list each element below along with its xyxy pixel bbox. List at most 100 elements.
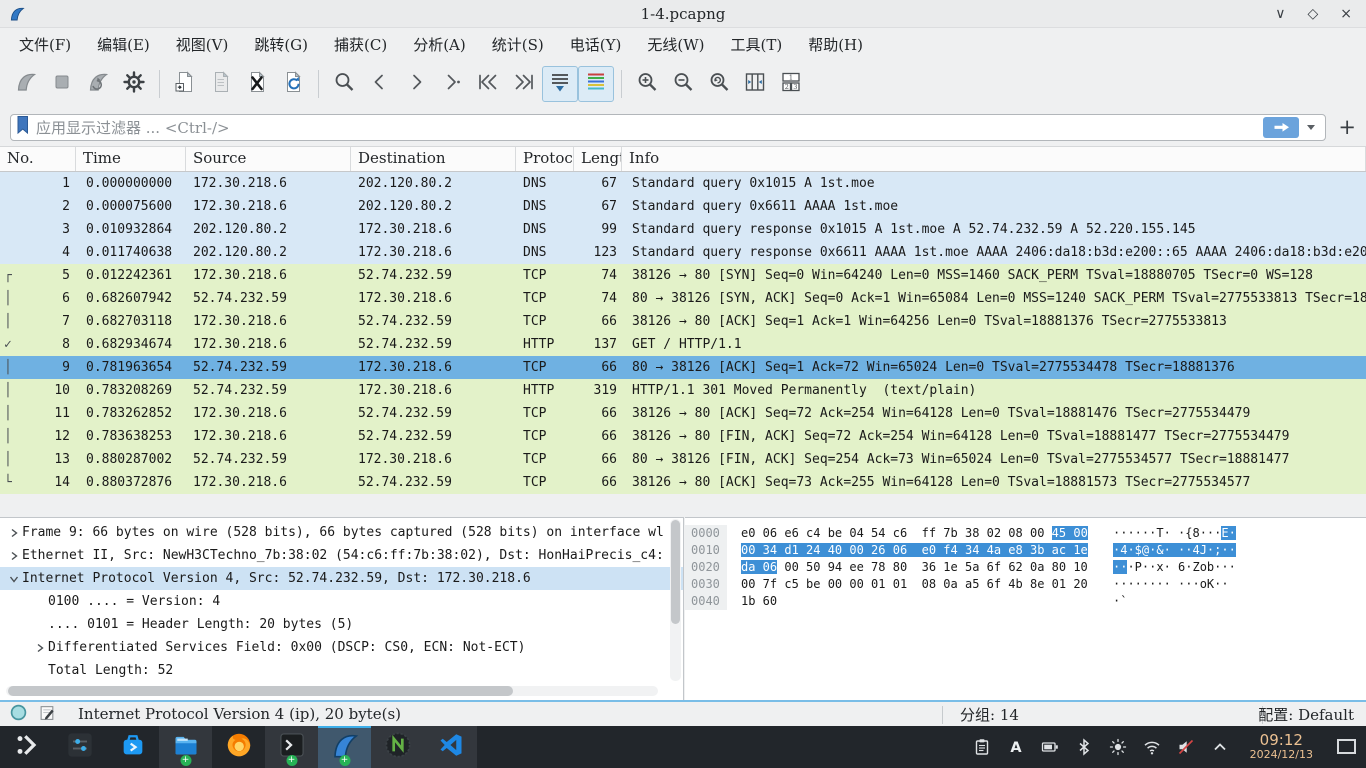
packet-row[interactable]: ✓80.682934674172.30.218.652.74.232.59HTT…	[0, 333, 1366, 356]
column-header-destination[interactable]: Destination	[351, 147, 516, 171]
hex-row[interactable]: 00401b 60·`	[685, 593, 1366, 610]
go-back-button[interactable]	[362, 66, 398, 102]
packet-cell-dst: 52.74.232.59	[351, 310, 516, 333]
tree-collapse-icon[interactable]	[32, 643, 48, 653]
packet-cell-src: 202.120.80.2	[186, 218, 351, 241]
reload-file-button[interactable]	[275, 66, 311, 102]
open-file-button[interactable]	[167, 66, 203, 102]
apply-filter-button[interactable]	[1263, 117, 1299, 138]
hex-row[interactable]: 0000e0 06 e6 c4 be 04 54 c6 ff 7b 38 02 …	[685, 525, 1366, 542]
packet-row[interactable]: │120.783638253172.30.218.652.74.232.59TC…	[0, 425, 1366, 448]
packet-row[interactable]: 30.010932864202.120.80.2172.30.218.6DNS9…	[0, 218, 1366, 241]
menu-item-8[interactable]: 电话(Y)	[557, 30, 635, 59]
packet-row[interactable]: │60.68260794252.74.232.59172.30.218.6TCP…	[0, 287, 1366, 310]
go-to-packet-button[interactable]	[434, 66, 470, 102]
status-profile[interactable]: 配置: Default	[1258, 704, 1354, 725]
close-button[interactable]: ×	[1340, 7, 1352, 21]
maximize-button[interactable]: ◇	[1307, 7, 1318, 21]
layout-panes-button[interactable]: 123	[773, 66, 809, 102]
zoom-reset-button[interactable]	[701, 66, 737, 102]
detail-row[interactable]: Internet Protocol Version 4, Src: 52.74.…	[0, 567, 683, 590]
go-first-button[interactable]	[470, 66, 506, 102]
app-launcher-taskbar-button[interactable]	[0, 726, 53, 768]
show-desktop-button[interactable]	[1337, 739, 1356, 754]
resize-columns-button[interactable]	[737, 66, 773, 102]
firefox-taskbar-button[interactable]	[212, 726, 265, 768]
packet-row[interactable]: └140.880372876172.30.218.652.74.232.59TC…	[0, 471, 1366, 494]
taskbar-clock[interactable]: 09:12 2024/12/13	[1250, 732, 1313, 762]
capture-options-button[interactable]	[116, 66, 152, 102]
packet-row[interactable]: 20.000075600172.30.218.6202.120.80.2DNS6…	[0, 195, 1366, 218]
tree-collapse-icon[interactable]	[6, 528, 22, 538]
filter-dropdown-icon[interactable]	[1307, 125, 1315, 130]
wifi-icon[interactable]	[1142, 737, 1162, 757]
menu-item-3[interactable]: 视图(V)	[163, 30, 242, 59]
column-header-info[interactable]: Info	[622, 147, 1366, 171]
bluetooth-icon[interactable]	[1074, 737, 1094, 757]
menu-item-9[interactable]: 无线(W)	[634, 30, 717, 59]
detail-row[interactable]: Frame 9: 66 bytes on wire (528 bits), 66…	[0, 521, 683, 544]
packet-row[interactable]: 10.000000000172.30.218.6202.120.80.2DNS6…	[0, 172, 1366, 195]
chevron-up-icon[interactable]	[1210, 737, 1230, 757]
input-method-icon[interactable]: A	[1006, 737, 1026, 757]
system-settings-taskbar-button[interactable]	[53, 726, 106, 768]
capture-comment-icon[interactable]	[39, 704, 56, 725]
vscode-taskbar-button[interactable]	[424, 726, 477, 768]
hex-row[interactable]: 003000 7f c5 be 00 00 01 01 08 0a a5 6f …	[685, 576, 1366, 593]
tree-collapse-icon[interactable]	[6, 551, 22, 561]
file-manager-taskbar-button[interactable]: +	[159, 726, 212, 768]
detail-row[interactable]: Differentiated Services Field: 0x00 (DSC…	[0, 636, 683, 659]
packet-cell-len: 137	[574, 333, 622, 356]
go-forward-button[interactable]	[398, 66, 434, 102]
close-file-button[interactable]	[239, 66, 275, 102]
brightness-icon[interactable]	[1108, 737, 1128, 757]
column-header-source[interactable]: Source	[186, 147, 351, 171]
detail-row[interactable]: 0100 .... = Version: 4	[0, 590, 683, 613]
expert-info-icon[interactable]	[10, 704, 27, 725]
detail-vertical-scrollbar[interactable]	[670, 519, 681, 681]
find-packet-button[interactable]	[326, 66, 362, 102]
detail-row[interactable]: Total Length: 52	[0, 659, 683, 682]
menu-item-1[interactable]: 文件(F)	[6, 30, 84, 59]
menu-item-7[interactable]: 统计(S)	[479, 30, 557, 59]
packet-row[interactable]: │110.783262852172.30.218.652.74.232.59TC…	[0, 402, 1366, 425]
menu-item-2[interactable]: 编辑(E)	[84, 30, 163, 59]
volume-muted-icon[interactable]	[1176, 737, 1196, 757]
zoom-in-button[interactable]	[629, 66, 665, 102]
column-header-lengtl[interactable]: Lengtl	[574, 147, 622, 171]
clipboard-icon[interactable]	[972, 737, 992, 757]
display-filter-input[interactable]: 应用显示过滤器 ... <Ctrl-/>	[10, 114, 1326, 141]
column-header-protocol[interactable]: Protocol	[516, 147, 574, 171]
menu-item-6[interactable]: 分析(A)	[400, 30, 479, 59]
packet-row[interactable]: │90.78196365452.74.232.59172.30.218.6TCP…	[0, 356, 1366, 379]
minimize-button[interactable]: ∨	[1275, 7, 1285, 21]
packet-row[interactable]: │100.78320826952.74.232.59172.30.218.6HT…	[0, 379, 1366, 402]
menu-item-4[interactable]: 跳转(G)	[241, 30, 321, 59]
tree-expand-icon[interactable]	[6, 574, 22, 584]
packet-row[interactable]: 40.011740638202.120.80.2172.30.218.6DNS1…	[0, 241, 1366, 264]
battery-icon[interactable]	[1040, 737, 1060, 757]
hex-row[interactable]: 001000 34 d1 24 40 00 26 06 e0 f4 34 4a …	[685, 542, 1366, 559]
neovim-taskbar-button[interactable]	[371, 726, 424, 768]
detail-horizontal-scrollbar[interactable]	[6, 686, 658, 696]
go-last-button[interactable]	[506, 66, 542, 102]
hex-row[interactable]: 0020da 06 00 50 94 ee 78 80 36 1e 5a 6f …	[685, 559, 1366, 576]
auto-scroll-button[interactable]	[542, 66, 578, 102]
packet-row[interactable]: │130.88028700252.74.232.59172.30.218.6TC…	[0, 448, 1366, 471]
packet-row[interactable]: ┌50.012242361172.30.218.652.74.232.59TCP…	[0, 264, 1366, 287]
column-header-no[interactable]: No.	[0, 147, 76, 171]
discover-taskbar-button[interactable]	[106, 726, 159, 768]
menu-item-11[interactable]: 帮助(H)	[795, 30, 876, 59]
wireshark-taskbar-button[interactable]: +	[318, 726, 371, 768]
add-filter-button[interactable]: +	[1338, 117, 1356, 138]
detail-row[interactable]: Ethernet II, Src: NewH3CTechno_7b:38:02 …	[0, 544, 683, 567]
zoom-out-button[interactable]	[665, 66, 701, 102]
column-header-time[interactable]: Time	[76, 147, 186, 171]
packet-row[interactable]: │70.682703118172.30.218.652.74.232.59TCP…	[0, 310, 1366, 333]
menu-item-5[interactable]: 捕获(C)	[321, 30, 400, 59]
detail-row[interactable]: .... 0101 = Header Length: 20 bytes (5)	[0, 613, 683, 636]
menu-item-10[interactable]: 工具(T)	[717, 30, 795, 59]
bookmark-icon[interactable]	[15, 115, 30, 139]
terminal-taskbar-button[interactable]: +	[265, 726, 318, 768]
colorize-button[interactable]	[578, 66, 614, 102]
